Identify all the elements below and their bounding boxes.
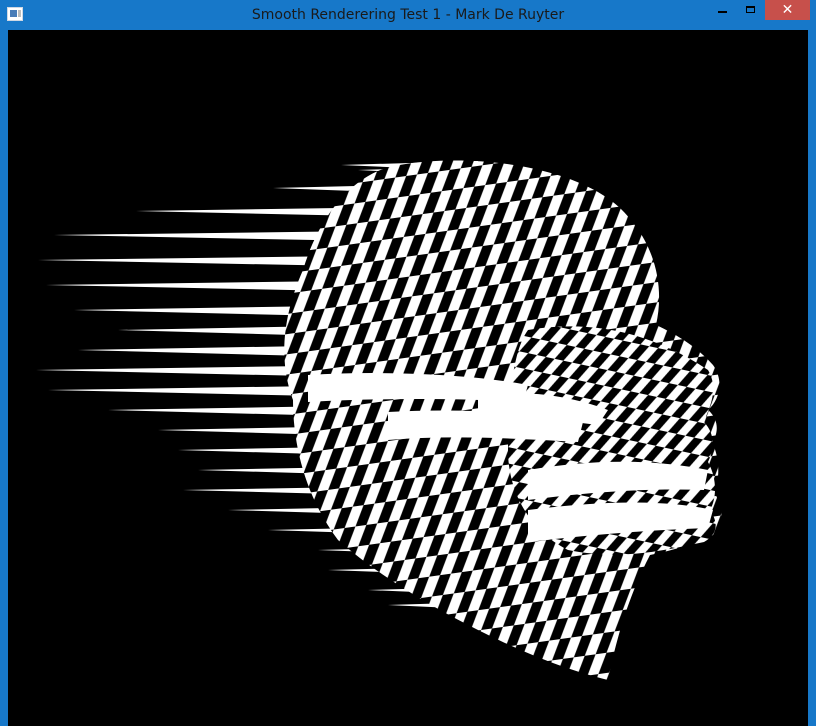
window-title: Smooth Renderering Test 1 - Mark De Ruyt… [251,7,565,23]
title-bar[interactable]: Smooth Renderering Test 1 - Mark De Ruyt… [0,0,816,30]
minimize-button[interactable] [708,0,736,20]
close-button[interactable]: ✕ [765,0,810,20]
streak-spike [36,366,308,376]
streak-spike [48,386,318,396]
rendered-head-mesh [36,160,722,680]
maximize-icon [746,6,755,13]
streak-spike [38,256,348,266]
streak-spike [78,346,308,356]
render-viewport[interactable] [8,30,808,726]
minimize-icon [718,11,727,13]
streak-spike [46,281,338,291]
app-window: Smooth Renderering Test 1 - Mark De Ruyt… [0,0,816,726]
maximize-button[interactable] [736,0,764,20]
close-icon: ✕ [781,2,794,18]
